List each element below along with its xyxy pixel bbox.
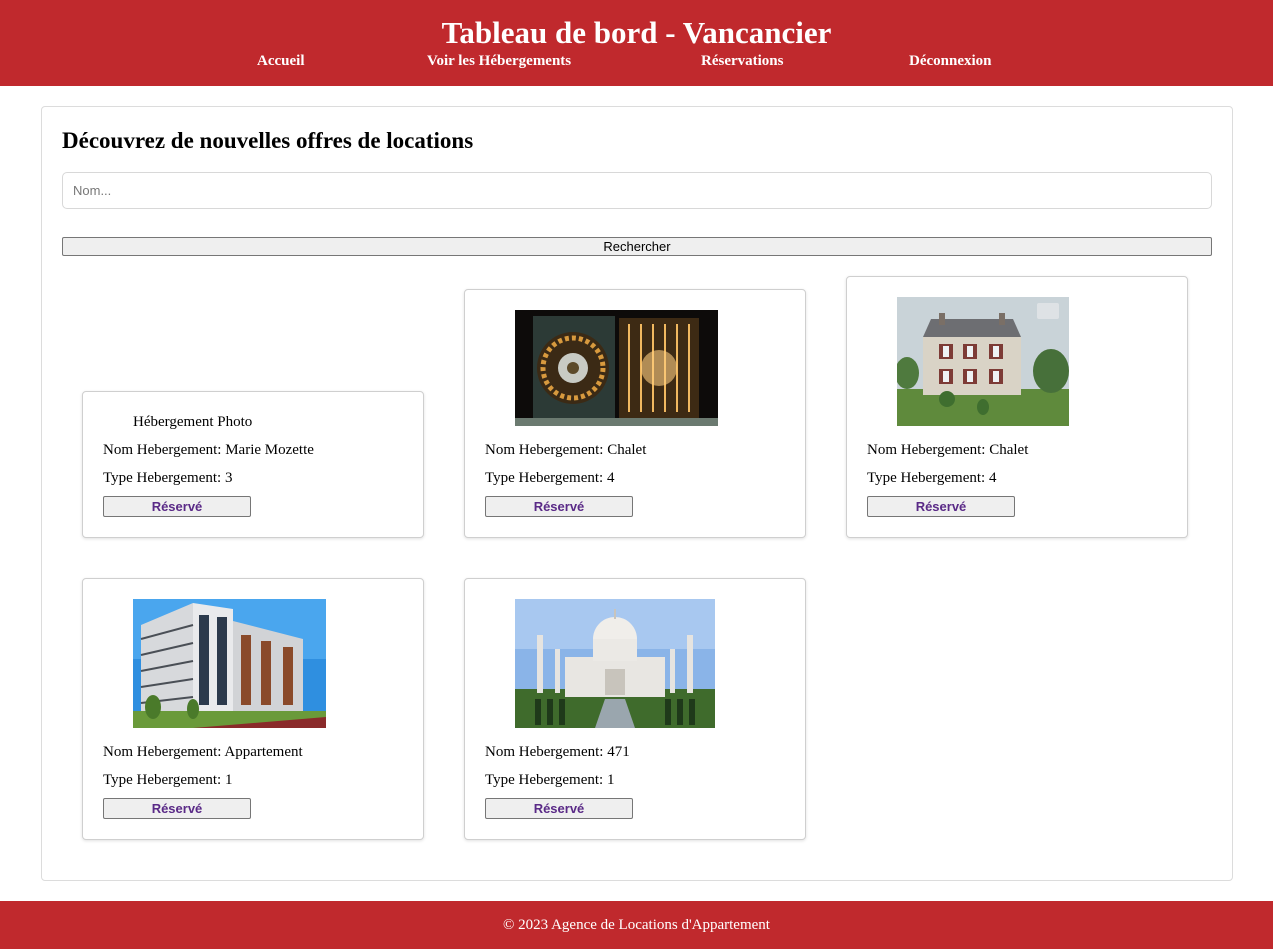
image-alt-text: Hébergement Photo	[133, 414, 253, 430]
reserve-button[interactable]: Réservé	[103, 496, 251, 517]
bank-vault-photo	[515, 310, 718, 426]
page-title: Tableau de bord - Vancancier	[441, 15, 832, 50]
nav-link-hebergements[interactable]: Voir les Hébergements	[427, 52, 571, 70]
listing-card: Hébergement Photo Nom Hebergement: Marie…	[82, 391, 424, 538]
site-header: Tableau de bord - Vancancier Accueil Voi…	[0, 0, 1273, 86]
listing-name: Nom Hebergement: Marie Mozette	[103, 442, 314, 458]
listing-type: Type Hebergement: 4	[485, 470, 615, 486]
reserve-button[interactable]: Réservé	[103, 798, 251, 819]
listing-type: Type Hebergement: 1	[485, 772, 615, 788]
search-input[interactable]	[62, 172, 1212, 209]
reserve-button[interactable]: Réservé	[485, 798, 633, 819]
nav-link-accueil[interactable]: Accueil	[257, 52, 304, 70]
reserve-button[interactable]: Réservé	[867, 496, 1015, 517]
listing-name: Nom Hebergement: Appartement	[103, 744, 303, 760]
nav-link-deconnexion[interactable]: Déconnexion	[909, 52, 992, 70]
country-house-photo	[897, 297, 1069, 426]
offers-panel: Découvrez de nouvelles offres de locatio…	[41, 106, 1233, 881]
apartment-building-photo	[133, 599, 326, 728]
search-button[interactable]: Rechercher	[62, 237, 1212, 256]
listing-card: Nom Hebergement: 471 Type Hebergement: 1…	[464, 578, 806, 840]
taj-mahal-photo	[515, 599, 715, 728]
broken-image-icon: Hébergement Photo	[133, 413, 252, 431]
listing-card: Nom Hebergement: Chalet Type Hebergement…	[846, 276, 1188, 538]
listing-card: Nom Hebergement: Appartement Type Heberg…	[82, 578, 424, 840]
listing-name: Nom Hebergement: Chalet	[867, 442, 1029, 458]
listing-type: Type Hebergement: 1	[103, 772, 233, 788]
section-heading: Découvrez de nouvelles offres de locatio…	[62, 128, 474, 153]
reserve-button[interactable]: Réservé	[485, 496, 633, 517]
site-footer: © 2023 Agence de Locations d'Appartement	[0, 901, 1273, 949]
listing-card: Nom Hebergement: Chalet Type Hebergement…	[464, 289, 806, 538]
nav-link-reservations[interactable]: Réservations	[701, 52, 784, 70]
footer-text: © 2023 Agence de Locations d'Appartement	[503, 917, 770, 933]
listing-name: Nom Hebergement: Chalet	[485, 442, 647, 458]
listing-name: Nom Hebergement: 471	[485, 744, 630, 760]
listing-type: Type Hebergement: 4	[867, 470, 997, 486]
listing-type: Type Hebergement: 3	[103, 470, 233, 486]
